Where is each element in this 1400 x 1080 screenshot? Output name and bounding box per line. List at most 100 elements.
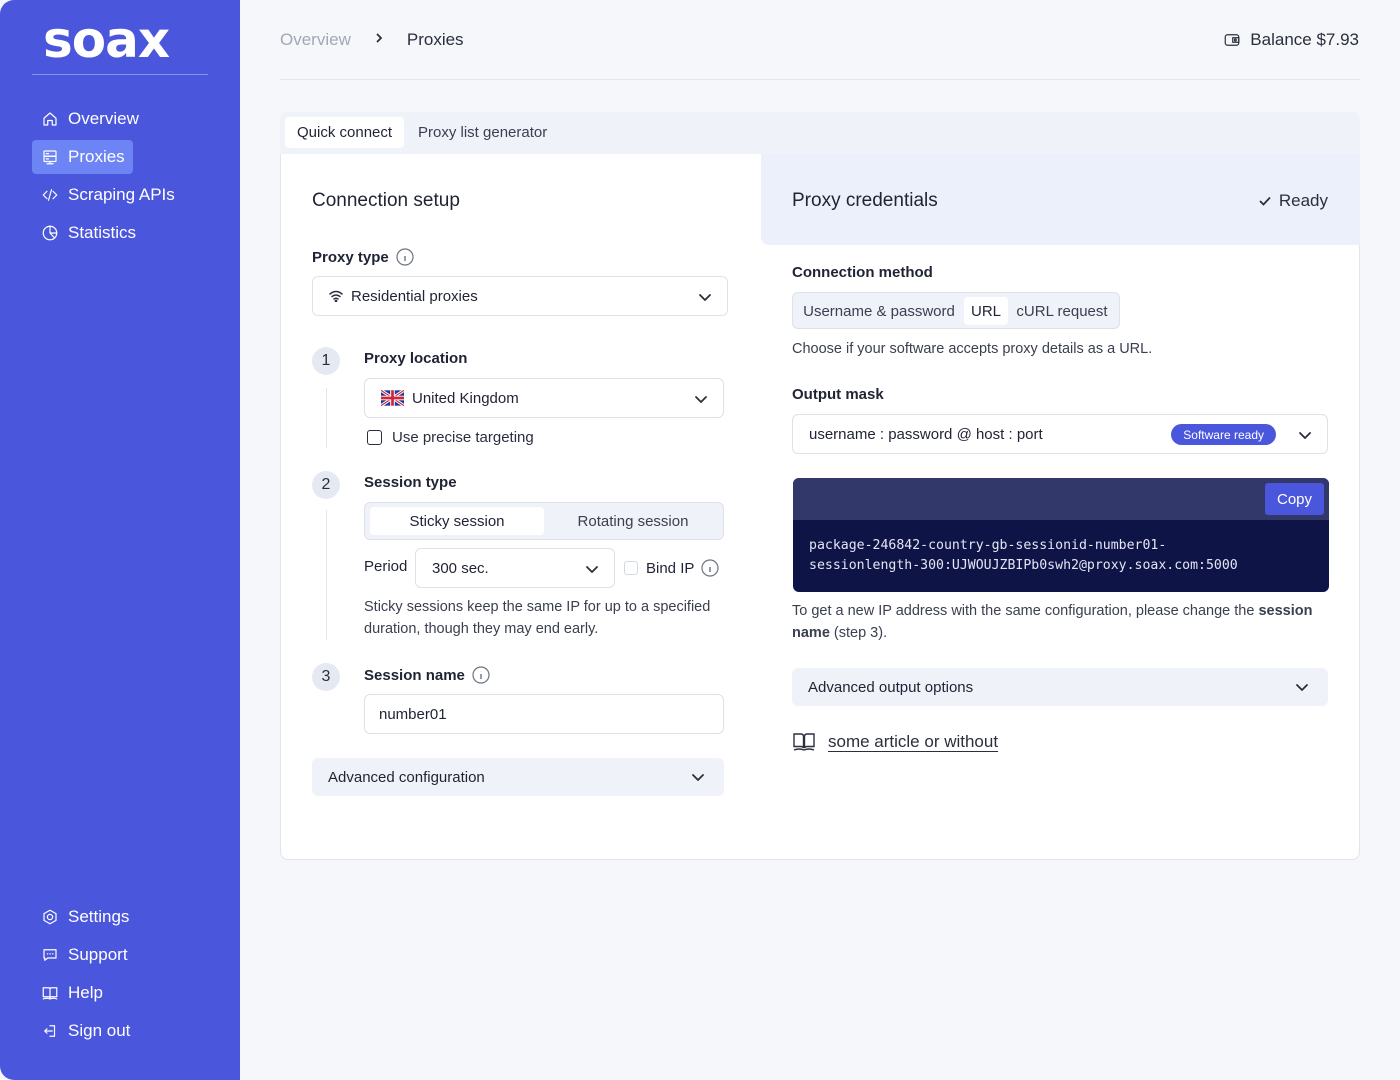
bind-ip-label: Bind IP [646,559,695,577]
rotating-session-option[interactable]: Rotating session [546,507,720,535]
wifi-icon [329,290,343,302]
proxy-location-select[interactable]: United Kingdom [364,378,724,418]
article-link-row: some article or without [792,731,998,753]
check-icon [1259,196,1271,206]
new-ip-help-text: To get a new IP address with the same co… [792,603,1259,619]
balance[interactable]: Balance $7.93 [1223,30,1359,50]
method-username-password[interactable]: Username & password [797,297,961,325]
connection-setup-title: Connection setup [312,190,460,211]
sign-out-icon [40,1021,60,1041]
new-ip-help: To get a new IP address with the same co… [792,600,1332,644]
session-name-label: Session name [364,666,490,684]
advanced-configuration-label: Advanced configuration [328,768,485,786]
advanced-configuration-accordion[interactable]: Advanced configuration [312,758,724,796]
quick-connect-card: Connection setup Proxy type Residential … [280,154,1360,860]
balance-amount: Balance $7.93 [1250,30,1359,49]
copy-button[interactable]: Copy [1265,483,1324,515]
sidebar-item-label: Scraping APIs [68,185,175,204]
proxy-credentials-title: Proxy credentials [792,190,938,211]
breadcrumb-current: Proxies [406,30,464,49]
proxy-location-value: United Kingdom [412,389,519,407]
chevron-down-icon [690,769,706,785]
bind-ip-option[interactable]: Bind IP [624,559,719,577]
sticky-session-option[interactable]: Sticky session [370,507,544,535]
proxy-type-value: Residential proxies [351,287,478,305]
proxy-credentials-header: Proxy credentials Ready [761,154,1360,245]
chevron-right-icon [373,31,385,49]
article-link[interactable]: some article or without [828,732,998,752]
chat-icon [40,945,60,965]
proxy-type-select[interactable]: Residential proxies [312,276,728,316]
sidebar-item-sign-out[interactable]: Sign out [32,1014,138,1048]
session-type-toggle: Sticky session Rotating session [364,502,724,540]
proxy-string[interactable]: package-246842-country-gb-sessionid-numb… [793,520,1329,576]
proxy-string-line: sessionlength-300:UJWOUJZBIPb0swh2@proxy… [809,558,1238,573]
proxy-type-label: Proxy type [312,248,414,266]
sidebar-item-label: Overview [68,109,139,128]
code-block-toolbar: Copy [793,478,1329,520]
sidebar-divider [32,74,208,75]
ready-status-text: Ready [1278,191,1328,210]
sidebar-nav: Overview Proxies Scraping APIs Statistic… [32,102,208,254]
new-ip-help-bold: name [792,625,830,641]
tab-bar: Quick connect Proxy list generator [280,112,1360,154]
sidebar-item-label: Support [68,945,128,964]
tab-quick-connect[interactable]: Quick connect [285,117,405,148]
breadcrumb-overview-link[interactable]: Overview [280,30,351,50]
sidebar-item-statistics[interactable]: Statistics [32,216,144,250]
bind-ip-checkbox[interactable] [624,561,638,575]
info-icon[interactable] [701,559,719,577]
uk-flag-icon [381,390,404,406]
step-number-3: 3 [312,663,340,691]
tab-proxy-list-generator[interactable]: Proxy list generator [406,117,559,148]
settings-hexagon-icon [40,907,60,927]
sidebar-item-help[interactable]: Help [32,976,111,1010]
sidebar-item-label: Help [68,983,103,1002]
advanced-output-options-accordion[interactable]: Advanced output options [792,668,1328,706]
sidebar-item-support[interactable]: Support [32,938,136,972]
sidebar-item-proxies[interactable]: Proxies [32,140,133,174]
method-curl-request[interactable]: cURL request [1011,297,1113,325]
sidebar-item-label: Proxies [68,147,125,166]
info-icon[interactable] [396,248,414,266]
period-select[interactable]: 300 sec. [415,548,615,588]
breadcrumb: Overview Proxies [280,30,464,50]
server-icon [40,147,60,167]
book-icon [793,733,815,751]
code-icon [40,185,60,205]
sidebar-item-overview[interactable]: Overview [32,102,147,136]
session-name-input[interactable]: number01 [364,694,724,734]
info-icon[interactable] [472,666,490,684]
precise-targeting-checkbox[interactable] [367,430,382,445]
session-name-value: number01 [379,705,447,723]
chevron-down-icon [1294,679,1310,695]
sidebar-item-label: Settings [68,907,130,926]
sidebar-item-scraping-apis[interactable]: Scraping APIs [32,178,183,212]
output-mask-select[interactable]: username : password @ host : port Softwa… [792,414,1328,454]
period-label: Period [364,558,408,575]
method-url[interactable]: URL [964,297,1008,325]
connection-method-help: Choose if your software accepts proxy de… [792,341,1153,357]
sidebar-bottom-nav: Settings Support Help Sign out [32,900,208,1052]
proxy-location-label: Proxy location [364,350,468,367]
session-type-label: Session type [364,474,457,491]
chevron-down-icon [697,289,713,305]
period-value: 300 sec. [432,559,489,577]
precise-targeting-option[interactable]: Use precise targeting [367,429,534,446]
connection-method-toggle: Username & password URL cURL request [792,292,1120,329]
sidebar-item-label: Sign out [68,1021,131,1040]
output-mask-label: Output mask [792,386,884,403]
step-number-2: 2 [312,471,340,499]
proxy-string-line: package-246842-country-gb-sessionid-numb… [809,538,1167,553]
sticky-session-help: Sticky sessions keep the same IP for up … [364,599,711,637]
connection-method-label: Connection method [792,264,933,281]
sidebar-item-settings[interactable]: Settings [32,900,137,934]
step-number-1: 1 [312,347,340,375]
chevron-down-icon [1297,427,1313,443]
new-ip-help-bold: session [1258,603,1313,619]
precise-targeting-label: Use precise targeting [392,429,534,446]
output-mask-value: username : password @ host : port [809,425,1043,443]
header-divider [280,79,1360,80]
chevron-down-icon [584,561,600,577]
soax-logo[interactable]: soax [43,14,170,66]
